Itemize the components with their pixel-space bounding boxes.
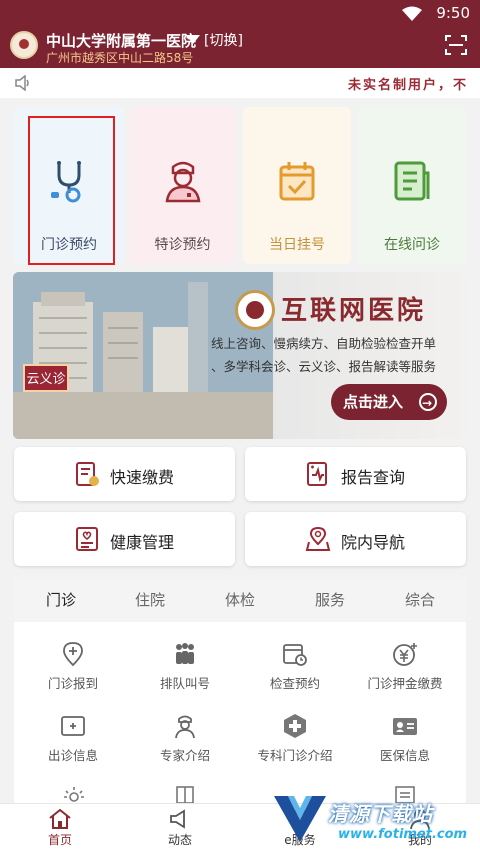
grid-item-visit-schedule[interactable]: 出诊信息 [18, 713, 128, 764]
tile-same-day-registration[interactable]: 当日挂号 [243, 107, 351, 264]
grid-item-deposit-payment[interactable]: 门诊押金缴费 [350, 641, 460, 692]
card-label: 健康管理 [110, 533, 175, 552]
tab-general[interactable]: 综合 [405, 589, 435, 610]
switch-hospital-button[interactable]: [切换] [204, 30, 243, 50]
hospital-address: 广州市越秀区中山二路58号 [46, 51, 194, 65]
book-icon [176, 786, 194, 803]
grid-label: 医保信息 [379, 748, 430, 763]
schedule-icon [61, 716, 85, 736]
grid-label: 出诊信息 [47, 748, 98, 763]
notice-text: 未实名制用户，不 [347, 78, 468, 93]
checkin-icon [63, 642, 83, 667]
tile-online-consultation[interactable]: 在线问诊 [358, 107, 466, 264]
banner-description-line: 、多学科会诊、云义诊、报告解读等服务 [211, 359, 437, 374]
watermark-url: www.fotimet.com [338, 827, 468, 842]
payment-icon [76, 462, 99, 486]
tile-label: 门诊预约 [41, 237, 97, 253]
tile-label: 特诊预约 [154, 237, 211, 253]
home-icon [49, 808, 71, 829]
grid-item-checkin[interactable]: 门诊报到 [18, 641, 128, 692]
internet-hospital-banner[interactable]: 互联网医院 线上咨询、慢病续方、自助检验检查开单 、多学科会诊、云义诊、报告解读… [13, 272, 467, 439]
tab-outpatient[interactable]: 门诊 [46, 589, 76, 610]
app-header: 中山大学附属第一医院 [切换] 广州市越秀区中山二路58号 [0, 28, 480, 68]
chevron-down-icon[interactable] [186, 35, 200, 44]
service-tabs: 门诊 住院 体检 服务 综合 [14, 577, 466, 622]
grid-label: 检查预约 [269, 676, 320, 691]
arrow-right-icon [419, 385, 437, 421]
tile-label: 当日挂号 [269, 237, 325, 253]
queue-icon [176, 643, 194, 664]
expert-icon [175, 715, 195, 739]
nav-home[interactable]: 首页 [20, 808, 100, 848]
notice-bar[interactable]: 未实名制用户，不 [0, 68, 480, 98]
speaker-icon [15, 75, 29, 91]
tab-services[interactable]: 服务 [315, 589, 345, 610]
stethoscope-icon [51, 161, 81, 203]
grid-label: 排队叫号 [159, 676, 210, 691]
card-hospital-navigation[interactable]: 院内导航 [245, 512, 466, 566]
banner-description-line: 线上咨询、慢病续方、自助检验检查开单 [211, 336, 437, 351]
tile-special-appointment[interactable]: 特诊预约 [129, 107, 236, 264]
watermark: 清源下载站 www.fotimet.com [272, 790, 472, 850]
tab-inpatient[interactable]: 住院 [135, 589, 165, 610]
watermark-logo-icon [274, 796, 326, 842]
wifi-icon [402, 6, 422, 21]
services-panel: 门诊 住院 体检 服务 综合 门诊报到 排队叫号 检查预约 门诊押金缴费 出诊信… [14, 577, 466, 803]
grid-label: 专家介绍 [159, 748, 210, 763]
status-time: 9:50 [436, 4, 470, 22]
calendar-check-icon [279, 162, 315, 201]
tile-outpatient-appointment[interactable]: 门诊预约 [14, 107, 124, 265]
card-health-management[interactable]: 健康管理 [14, 512, 235, 566]
report-icon [307, 462, 327, 486]
enter-button-label: 点击进入 [343, 393, 404, 411]
tab-physical-exam[interactable]: 体检 [225, 589, 255, 610]
calendar-clock-icon [283, 644, 307, 666]
grid-item-specialty-intro[interactable]: 专科门诊介绍 [240, 713, 350, 764]
status-bar: 9:50 [0, 0, 480, 28]
card-label: 院内导航 [341, 533, 406, 552]
enter-button[interactable]: 点击进入 [331, 384, 447, 421]
nav-label: 首页 [47, 833, 72, 847]
grid-item-queue[interactable]: 排队叫号 [130, 641, 240, 692]
yuan-plus-icon [393, 643, 417, 666]
id-card-icon [393, 718, 417, 735]
nav-label: 动态 [167, 833, 192, 847]
grid-label: 门诊押金缴费 [367, 676, 443, 691]
scan-icon[interactable] [444, 34, 468, 56]
card-label: 快速缴费 [110, 468, 175, 487]
map-pin-icon [305, 526, 331, 551]
megaphone-icon [170, 809, 185, 829]
grid-item-exam-booking[interactable]: 检查预约 [240, 641, 350, 692]
document-icon [394, 161, 430, 201]
cross-badge-icon [284, 714, 306, 738]
card-label: 报告查询 [341, 468, 406, 487]
hospital-emblem-icon [235, 290, 275, 330]
card-quick-payment[interactable]: 快速缴费 [14, 447, 235, 501]
grid-label: 专科门诊介绍 [257, 748, 333, 763]
health-icon [76, 527, 98, 551]
grid-item-insurance-info[interactable]: 医保信息 [350, 713, 460, 764]
tile-label: 在线问诊 [384, 237, 440, 253]
card-report-query[interactable]: 报告查询 [245, 447, 466, 501]
hospital-title[interactable]: 中山大学附属第一医院 [46, 30, 196, 51]
watermark-title: 清源下载站 [328, 802, 433, 826]
grid-label: 门诊报到 [47, 676, 98, 691]
nav-news[interactable]: 动态 [140, 808, 220, 848]
hospital-logo-icon [10, 31, 38, 59]
sun-icon [64, 787, 84, 802]
doctor-icon [165, 161, 200, 203]
cloud-clinic-tag: 云义诊 [23, 364, 69, 392]
grid-item-expert-intro[interactable]: 专家介绍 [130, 713, 240, 764]
banner-title: 互联网医院 [281, 296, 427, 326]
